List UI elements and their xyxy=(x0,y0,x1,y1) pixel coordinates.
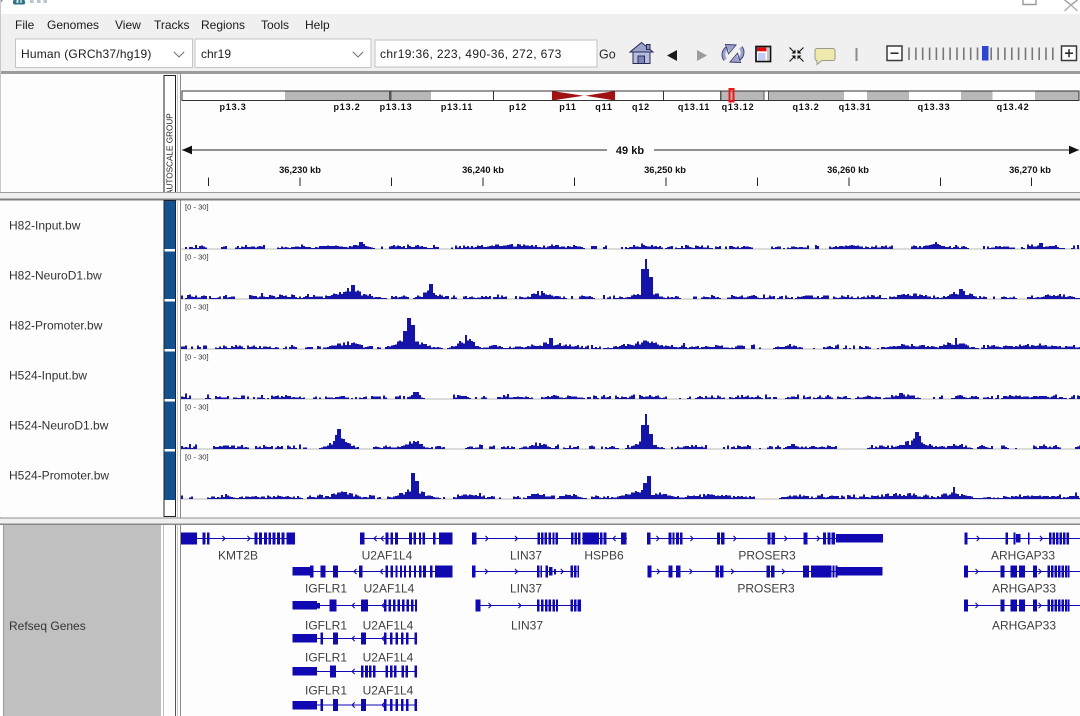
svg-text:H524-Promoter.bw: H524-Promoter.bw xyxy=(9,469,109,483)
svg-text:36,250 kb: 36,250 kb xyxy=(644,165,686,175)
svg-text:[0 - 30]: [0 - 30] xyxy=(185,403,209,412)
svg-text:File: File xyxy=(15,18,35,32)
svg-text:q13.2: q13.2 xyxy=(792,102,819,112)
svg-text:HSPB6: HSPB6 xyxy=(584,549,624,563)
svg-text:q12: q12 xyxy=(632,102,650,112)
svg-text:q11: q11 xyxy=(595,102,612,112)
svg-text:[0 - 30]: [0 - 30] xyxy=(185,453,209,462)
svg-text:q13.33: q13.33 xyxy=(918,102,951,112)
svg-text:36,260 kb: 36,260 kb xyxy=(827,165,869,175)
svg-text:q13.42: q13.42 xyxy=(997,102,1030,112)
svg-text:chr19: chr19 xyxy=(201,47,231,61)
svg-text:Tools: Tools xyxy=(261,18,289,32)
svg-text:H82-NeuroD1.bw: H82-NeuroD1.bw xyxy=(9,269,102,283)
svg-text:p13.11: p13.11 xyxy=(441,102,473,112)
svg-text:[0 - 30]: [0 - 30] xyxy=(185,203,209,212)
svg-text:U2AF1L4: U2AF1L4 xyxy=(362,549,413,563)
svg-text:U2AF1L4: U2AF1L4 xyxy=(363,619,414,633)
svg-text:q13.11: q13.11 xyxy=(678,102,710,112)
svg-text:H524-NeuroD1.bw: H524-NeuroD1.bw xyxy=(9,419,109,433)
svg-text:chr19:36, 223, 490-36, 272, 67: chr19:36, 223, 490-36, 272, 673 xyxy=(380,47,562,61)
svg-text:36,270 kb: 36,270 kb xyxy=(1009,165,1051,175)
svg-text:KMT2B: KMT2B xyxy=(218,549,258,563)
svg-text:PROSER3: PROSER3 xyxy=(737,582,795,596)
svg-text:p11: p11 xyxy=(559,102,576,112)
svg-text:49 kb: 49 kb xyxy=(616,145,644,157)
svg-text:H82-Input.bw: H82-Input.bw xyxy=(9,219,81,233)
svg-text:ARHGAP33: ARHGAP33 xyxy=(992,619,1056,633)
svg-text:p13.13: p13.13 xyxy=(380,102,413,112)
svg-text:[0 - 30]: [0 - 30] xyxy=(185,303,209,312)
svg-text:H82-Promoter.bw: H82-Promoter.bw xyxy=(9,319,103,333)
svg-text:Go: Go xyxy=(599,48,616,62)
svg-text:36,230 kb: 36,230 kb xyxy=(279,165,321,175)
svg-text:36,240 kb: 36,240 kb xyxy=(462,165,504,175)
svg-text:LIN37: LIN37 xyxy=(510,582,542,596)
svg-text:p13.2: p13.2 xyxy=(333,102,360,112)
svg-text:U2AF1L4: U2AF1L4 xyxy=(363,684,414,698)
svg-text:H524-Input.bw: H524-Input.bw xyxy=(9,369,87,383)
svg-text:[0 - 30]: [0 - 30] xyxy=(185,253,209,262)
svg-text:ARHGAP33: ARHGAP33 xyxy=(992,582,1056,596)
svg-text:PROSER3: PROSER3 xyxy=(738,549,796,563)
svg-text:ARHGAP33: ARHGAP33 xyxy=(991,549,1055,563)
svg-text:IGFLR1: IGFLR1 xyxy=(305,684,347,698)
svg-text:IGFLR1: IGFLR1 xyxy=(305,651,347,665)
svg-text:Regions: Regions xyxy=(201,18,245,32)
svg-text:q13.31: q13.31 xyxy=(839,102,872,112)
svg-text:AUTOSCALE GROUP: AUTOSCALE GROUP xyxy=(166,113,175,195)
svg-text:View: View xyxy=(115,18,141,32)
svg-text:IGFLR1: IGFLR1 xyxy=(305,582,347,596)
svg-text:p13.3: p13.3 xyxy=(219,102,246,112)
svg-text:Help: Help xyxy=(305,18,330,32)
svg-text:IGFLR1: IGFLR1 xyxy=(305,619,347,633)
svg-text:Human (GRCh37/hg19): Human (GRCh37/hg19) xyxy=(21,47,152,61)
svg-text:LIN37: LIN37 xyxy=(510,549,542,563)
svg-text:Genomes: Genomes xyxy=(47,18,99,32)
svg-text:q13.12: q13.12 xyxy=(722,102,755,112)
svg-text:LIN37: LIN37 xyxy=(511,619,543,633)
svg-text:p12: p12 xyxy=(509,102,527,112)
svg-text:Refseq Genes: Refseq Genes xyxy=(9,619,86,633)
svg-text:[0 - 30]: [0 - 30] xyxy=(185,353,209,362)
svg-text:U2AF1L4: U2AF1L4 xyxy=(363,651,414,665)
svg-text:U2AF1L4: U2AF1L4 xyxy=(364,582,415,596)
svg-text:Tracks: Tracks xyxy=(154,18,190,32)
